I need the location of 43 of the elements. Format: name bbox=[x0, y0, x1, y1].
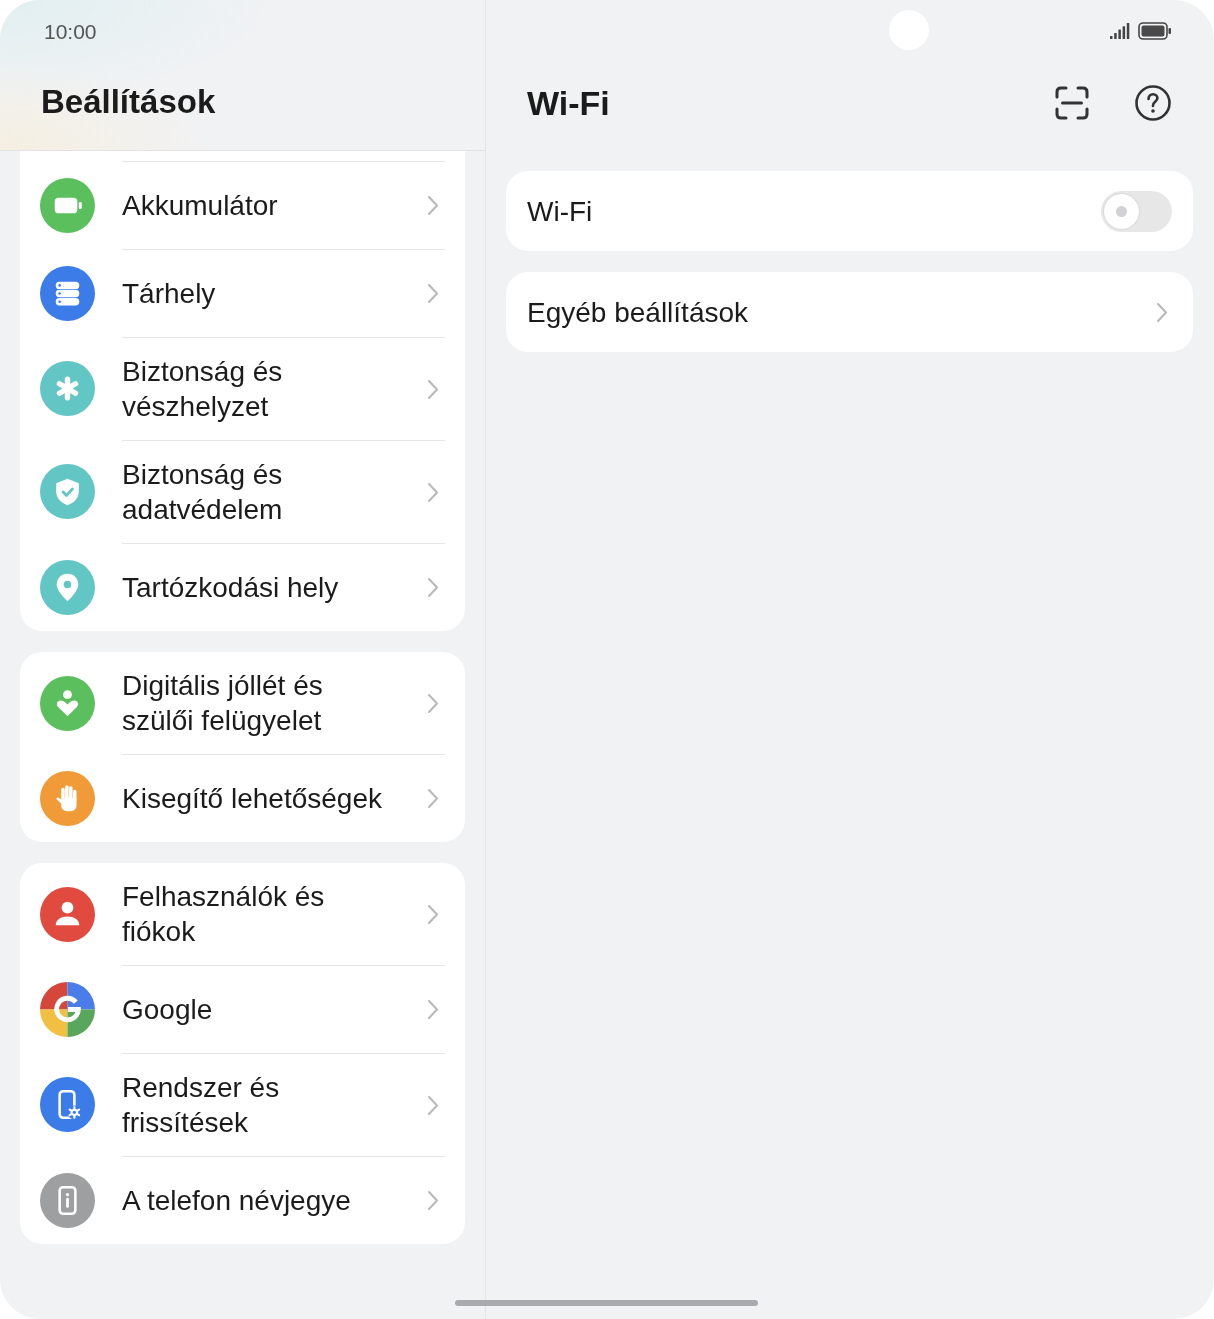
chevron-right-icon bbox=[427, 195, 439, 216]
settings-item-label[interactable]: Felhasználók és fiókok bbox=[122, 879, 394, 949]
g-logo-icon bbox=[40, 981, 95, 1037]
chevron-right-icon bbox=[1156, 301, 1168, 323]
settings-item-label[interactable]: A telefon névjegye bbox=[122, 1183, 394, 1218]
settings-item-label[interactable]: Google bbox=[122, 992, 394, 1027]
chevron-right-icon bbox=[427, 378, 439, 400]
battery-icon bbox=[1138, 22, 1172, 40]
chevron-right-icon bbox=[427, 577, 439, 598]
chevron-right-icon bbox=[427, 999, 439, 1020]
chevron-right-icon bbox=[427, 788, 439, 809]
storage-icon bbox=[40, 265, 95, 321]
page-heading: Wi-Fi bbox=[527, 82, 610, 124]
location-pin-icon bbox=[40, 559, 95, 615]
toggle-switch[interactable] bbox=[1101, 190, 1172, 232]
phone-info-icon bbox=[40, 1172, 95, 1228]
settings-item-label[interactable]: Digitális jóllét és szülői felügyelet bbox=[122, 668, 394, 738]
status-time: 10:00 bbox=[44, 20, 97, 42]
chevron-right-icon bbox=[427, 1190, 439, 1211]
shield-check-icon bbox=[40, 464, 95, 519]
settings-item-label[interactable]: Rendszer és frissítések bbox=[122, 1070, 394, 1140]
help-icon[interactable] bbox=[1135, 85, 1171, 121]
settings-item-label[interactable]: Tartózkodási hely bbox=[122, 570, 394, 605]
battery-icon bbox=[40, 177, 95, 233]
settings-item-label[interactable]: Biztonság és vészhelyzet bbox=[122, 354, 394, 424]
chevron-right-icon bbox=[427, 903, 439, 925]
chevron-right-icon bbox=[427, 283, 439, 304]
setting-link-label[interactable]: Egyéb beállítások bbox=[527, 294, 749, 330]
settings-heading: Beállítások bbox=[41, 82, 216, 122]
person-icon bbox=[40, 886, 95, 942]
setting-label: Wi-Fi bbox=[527, 194, 593, 229]
chevron-right-icon bbox=[427, 481, 439, 503]
chevron-right-icon bbox=[427, 1094, 439, 1116]
signal-icon bbox=[1110, 23, 1130, 39]
asterisk-icon bbox=[40, 361, 95, 416]
settings-item-label[interactable]: Kisegítő lehetőségek bbox=[122, 781, 394, 816]
settings-item-label[interactable]: Biztonság és adatvédelem bbox=[122, 457, 394, 527]
hand-icon bbox=[40, 770, 95, 826]
scan-icon[interactable] bbox=[1055, 86, 1089, 120]
phone-gear-icon bbox=[40, 1077, 95, 1132]
settings-item-label[interactable]: Tárhely bbox=[122, 276, 394, 311]
chevron-right-icon bbox=[427, 692, 439, 714]
settings-item-label[interactable]: Akkumulátor bbox=[122, 188, 394, 223]
